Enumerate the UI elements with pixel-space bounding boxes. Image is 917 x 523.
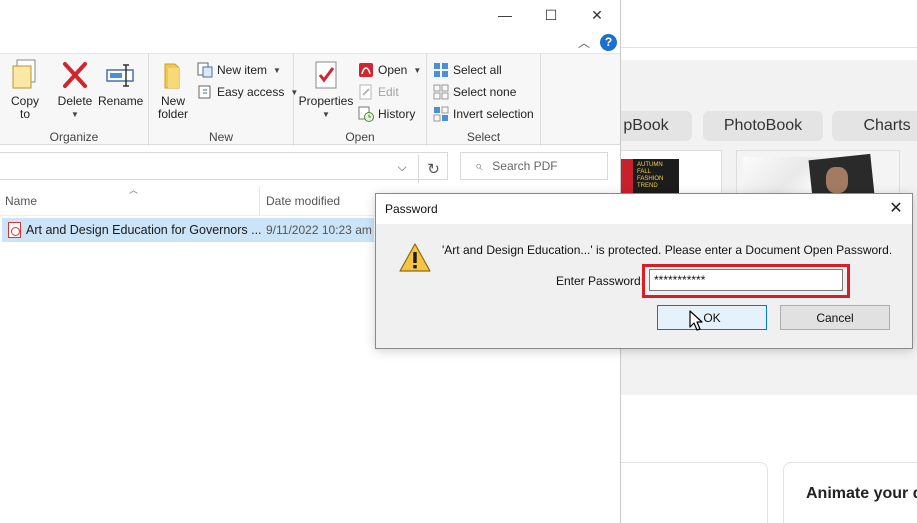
bg-tab-charts[interactable]: Charts — [832, 111, 917, 141]
group-label-new: New — [208, 130, 233, 144]
ribbon-group-new: New folder New item ▼ Easy access ▼ New — [149, 54, 298, 146]
easy-access-icon — [198, 85, 211, 99]
password-dialog: Password ✕ 'Art and Design Education...'… — [375, 193, 913, 349]
new-item-icon — [197, 62, 213, 78]
edit-button[interactable]: Edit — [358, 82, 399, 102]
select-all-button[interactable]: Select all — [433, 60, 502, 80]
search-input[interactable]: ⌕ Search PDF — [460, 152, 608, 180]
history-button[interactable]: History — [358, 104, 415, 124]
bottom-card-animate[interactable]: Animate your d — [783, 462, 917, 523]
bottom-card-1[interactable]: lf — [600, 462, 768, 523]
close-button[interactable]: ✕ — [574, 0, 620, 30]
dialog-close-button[interactable]: ✕ — [886, 198, 906, 220]
delete-button[interactable]: Delete ▼ — [56, 58, 94, 121]
maximize-button[interactable]: ☐ — [528, 0, 574, 30]
delete-x-icon — [63, 62, 87, 88]
pdf-file-icon — [8, 222, 21, 238]
properties-icon — [315, 61, 337, 89]
easy-access-button[interactable]: Easy access ▼ — [197, 82, 298, 102]
bg-tab-photobook[interactable]: PhotoBook — [703, 111, 823, 141]
close-icon: ✕ — [591, 6, 603, 23]
folder-icon — [164, 63, 180, 89]
search-icon: ⌕ — [475, 158, 483, 173]
select-none-icon — [433, 84, 449, 100]
rename-icon — [106, 64, 134, 87]
properties-button[interactable]: Properties ▼ — [298, 58, 354, 121]
help-icon[interactable]: ? — [600, 33, 618, 51]
group-label-open: Open — [345, 130, 375, 144]
address-bar[interactable]: ⌵ ↻ — [0, 152, 448, 183]
refresh-icon: ↻ — [427, 161, 440, 178]
cover-text: AUTUMN FALL FASHION TREND — [637, 162, 664, 189]
invert-selection-button[interactable]: Invert selection — [433, 104, 534, 124]
file-date-modified: 9/11/2022 10:23 am — [266, 223, 372, 237]
password-label: Enter Password: — [556, 274, 645, 288]
copy-to-button[interactable]: Copy to — [8, 58, 42, 121]
chevron-down-icon[interactable]: ⌵ — [392, 160, 412, 180]
dialog-title: Password — [385, 202, 438, 216]
edit-icon — [359, 84, 372, 100]
cancel-button[interactable]: Cancel — [780, 305, 890, 330]
ribbon-group-organize: Copy to Delete ▼ Rename Organize — [0, 54, 149, 146]
select-none-button[interactable]: Select none — [433, 82, 516, 102]
maximize-icon: ☐ — [544, 6, 558, 23]
sort-ascending-icon: ︿ — [129, 185, 139, 195]
history-icon — [358, 106, 374, 122]
copy-to-icon — [12, 59, 36, 89]
select-all-icon — [434, 63, 448, 77]
warning-icon — [399, 243, 431, 272]
column-header-name[interactable]: Name ︿ — [5, 185, 260, 216]
ribbon-group-open: Properties ▼ Open ▼ Edit History Open — [294, 54, 427, 146]
group-label-organize: Organize — [49, 130, 99, 144]
pdf-app-icon — [359, 63, 373, 77]
search-placeholder: Search PDF — [492, 159, 558, 173]
chevron-down-icon: ▼ — [413, 65, 422, 75]
chevron-down-icon: ▼ — [71, 110, 79, 119]
dialog-titlebar: Password ✕ — [376, 194, 912, 224]
dialog-message: 'Art and Design Education...' is protect… — [442, 243, 893, 257]
invert-selection-icon — [433, 106, 449, 122]
address-row: ⌵ ↻ ⌕ Search PDF — [0, 150, 620, 183]
file-name: Art and Design Education for Governors .… — [26, 223, 262, 237]
ribbon: Copy to Delete ▼ Rename Organize New fol… — [0, 53, 620, 146]
new-item-button[interactable]: New item ▼ — [197, 60, 281, 80]
group-label-select: Select — [466, 130, 501, 144]
new-folder-button[interactable]: New folder — [155, 58, 191, 121]
minimize-button[interactable]: — — [482, 0, 528, 30]
open-button[interactable]: Open ▼ — [358, 60, 421, 80]
chevron-down-icon: ▼ — [322, 110, 330, 119]
minimize-icon: — — [498, 7, 512, 23]
chevron-up-icon[interactable]: ︿ — [578, 34, 590, 51]
chevron-down-icon: ▼ — [273, 65, 281, 75]
ribbon-group-select: Select all Select none Invert selection … — [427, 54, 541, 146]
ok-button[interactable]: OK — [657, 305, 767, 330]
explorer-titlebar: — ☐ ✕ — [0, 0, 620, 32]
rename-button[interactable]: Rename — [98, 58, 143, 108]
file-row[interactable]: Art and Design Education for Governors .… — [2, 218, 374, 242]
password-input[interactable] — [649, 269, 843, 291]
refresh-button[interactable]: ↻ — [418, 155, 448, 183]
